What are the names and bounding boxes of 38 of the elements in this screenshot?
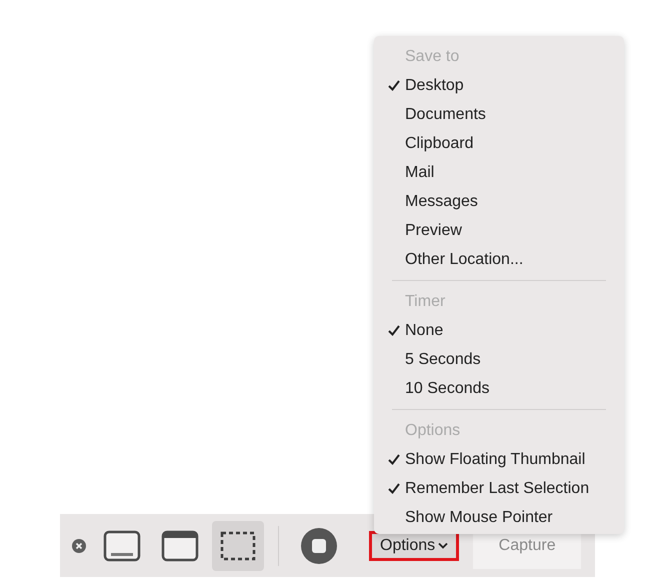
record-icon: [300, 526, 338, 564]
menu-item[interactable]: Preview: [374, 216, 624, 245]
checkmark-icon: [388, 454, 400, 465]
menu-item-label: Mail: [405, 164, 434, 182]
menu-item-label: Desktop: [405, 76, 464, 94]
menu-item-label: Messages: [405, 192, 478, 210]
chevron-down-icon: [438, 542, 448, 549]
menu-section-header: Timer: [404, 292, 446, 312]
menu-item[interactable]: 10 Seconds: [374, 374, 624, 403]
checkmark-icon: [388, 483, 400, 494]
menu-item[interactable]: Remember Last Selection: [374, 474, 624, 503]
menu-item-label: Documents: [405, 106, 486, 124]
menu-item[interactable]: Mail: [374, 158, 624, 187]
menu-item[interactable]: Show Floating Thumbnail: [374, 445, 624, 474]
menu-item-label: Other Location...: [405, 250, 524, 268]
menu-item[interactable]: None: [374, 316, 624, 345]
menu-item[interactable]: Messages: [374, 187, 624, 216]
checkmark-icon: [388, 325, 400, 336]
menu-item-label: Clipboard: [405, 134, 474, 152]
dashed-selection-icon: [219, 530, 257, 562]
menu-item[interactable]: Documents: [374, 100, 624, 129]
close-icon: [72, 538, 86, 552]
menu-item-label: None: [405, 322, 444, 340]
menu-item-label: 10 Seconds: [405, 380, 490, 398]
menu-item[interactable]: 5 Seconds: [374, 345, 624, 374]
menu-item[interactable]: Other Location...: [374, 245, 624, 274]
menu-item[interactable]: Clipboard: [374, 129, 624, 158]
menu-section-header: Options: [404, 421, 462, 441]
selection-tool-button[interactable]: [212, 520, 264, 570]
menu-item-label: Show Floating Thumbnail: [405, 450, 586, 468]
screen-icon: [103, 530, 141, 562]
menu-item-label: 5 Seconds: [405, 350, 481, 368]
checkmark-icon: [388, 80, 400, 91]
menu-section-header: Save to: [404, 47, 460, 67]
menu-item-label: Preview: [405, 222, 462, 240]
window-icon: [161, 530, 199, 562]
menu-item[interactable]: Desktop: [374, 71, 624, 100]
menu-item-label: Remember Last Selection: [405, 480, 590, 498]
